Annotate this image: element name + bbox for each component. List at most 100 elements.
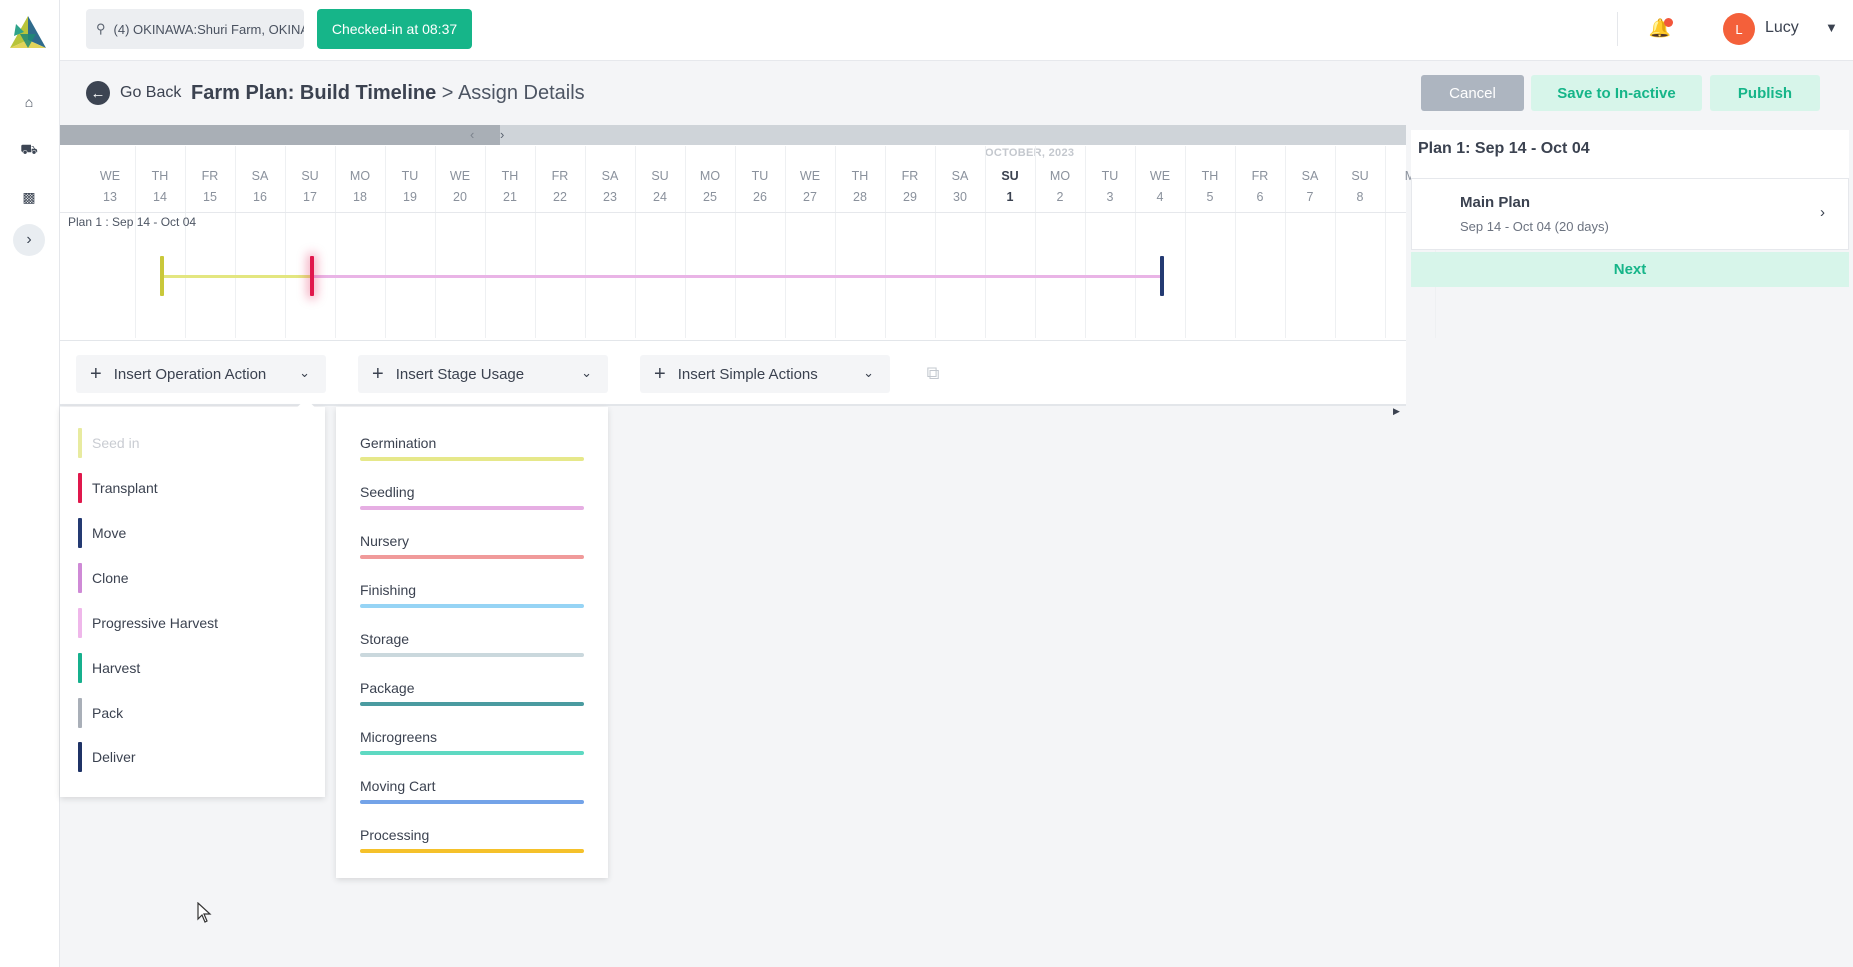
seed-segment[interactable] bbox=[161, 275, 311, 278]
checkin-button[interactable]: Checked-in at 08:37 bbox=[317, 9, 472, 49]
go-back-link[interactable]: Go Back bbox=[120, 84, 181, 102]
stage-menu-item[interactable]: Microgreens bbox=[360, 729, 584, 755]
stage-menu-label: Microgreens bbox=[360, 729, 438, 745]
stage-menu-label: Seedling bbox=[360, 484, 415, 500]
day-number: 26 bbox=[753, 190, 767, 204]
transplant-marker[interactable] bbox=[310, 256, 314, 296]
day-number: 20 bbox=[453, 190, 467, 204]
day-number: 7 bbox=[1306, 190, 1314, 204]
day-of-week: MO bbox=[699, 169, 721, 183]
insert-simple-label: Insert Simple Actions bbox=[677, 365, 818, 383]
day-of-week: TH bbox=[1201, 169, 1219, 183]
home-icon[interactable]: ⌂ bbox=[18, 91, 40, 113]
user-name[interactable]: Lucy bbox=[1765, 19, 1799, 37]
truck-icon[interactable]: ⛟ bbox=[18, 139, 40, 161]
brand-logo-icon[interactable] bbox=[6, 12, 50, 56]
day-column: WE 13 bbox=[85, 146, 136, 338]
color-indicator bbox=[78, 518, 82, 548]
stage-menu-label: Storage bbox=[360, 631, 410, 647]
day-number: 24 bbox=[653, 190, 667, 204]
stage-menu-item[interactable]: Germination bbox=[360, 435, 584, 461]
location-label: (4) OKINAWA:Shuri Farm, OKINAWA bbox=[113, 21, 304, 37]
location-selector[interactable]: ⚲ (4) OKINAWA:Shuri Farm, OKINAWA bbox=[86, 9, 304, 49]
stage-menu-item[interactable]: Nursery bbox=[360, 533, 584, 559]
header-divider bbox=[1617, 12, 1618, 46]
color-indicator bbox=[78, 563, 82, 593]
day-column: MO 25 bbox=[685, 146, 736, 338]
stage-menu-item[interactable]: Storage bbox=[360, 631, 584, 657]
next-button[interactable]: Next bbox=[1411, 252, 1849, 287]
stage-segment[interactable] bbox=[311, 275, 1163, 278]
day-number: 30 bbox=[953, 190, 967, 204]
stage-color-bar bbox=[360, 800, 584, 804]
scroll-left-icon[interactable]: ‹ bbox=[470, 127, 474, 142]
stage-color-bar bbox=[360, 555, 584, 559]
page-subtitle: Assign Details bbox=[457, 82, 585, 104]
operation-menu-label: Clone bbox=[92, 570, 129, 586]
scroll-right-arrow-icon[interactable]: ▶ bbox=[1393, 406, 1400, 417]
back-arrow-icon[interactable]: ← bbox=[86, 81, 110, 105]
day-column: SA 7 bbox=[1285, 146, 1336, 338]
day-of-week: SU bbox=[301, 169, 319, 183]
cancel-button[interactable]: Cancel bbox=[1421, 75, 1524, 111]
stage-menu-item[interactable]: Moving Cart bbox=[360, 778, 584, 804]
operation-menu-item[interactable]: Pack bbox=[78, 698, 123, 728]
expand-sidebar-button[interactable]: › bbox=[13, 224, 45, 256]
day-of-week: SA bbox=[1301, 169, 1319, 183]
day-column: TU 26 bbox=[735, 146, 786, 338]
operation-menu-item[interactable]: Deliver bbox=[78, 742, 136, 772]
save-inactive-button[interactable]: Save to In-active bbox=[1531, 75, 1702, 111]
insert-operation-label: Insert Operation Action bbox=[113, 365, 267, 383]
publish-button[interactable]: Publish bbox=[1710, 75, 1820, 111]
stage-color-bar bbox=[360, 653, 584, 657]
day-column: TH 5 bbox=[1185, 146, 1236, 338]
day-number: 4 bbox=[1156, 190, 1164, 204]
caret-down-icon[interactable]: ▼ bbox=[1825, 20, 1838, 35]
chevron-right-icon[interactable]: › bbox=[1820, 204, 1825, 221]
insert-simple-dropdown[interactable]: + Insert Simple Actions ⌄ bbox=[640, 355, 890, 393]
plus-icon: + bbox=[90, 362, 102, 385]
operation-menu-label: Harvest bbox=[92, 660, 141, 676]
operation-menu-label: Transplant bbox=[92, 480, 158, 496]
map-pin-icon: ⚲ bbox=[96, 21, 106, 36]
copy-icon[interactable]: ⧉ bbox=[922, 362, 944, 384]
day-number: 19 bbox=[403, 190, 417, 204]
insert-operation-dropdown[interactable]: + Insert Operation Action ⌄ bbox=[76, 355, 326, 393]
timeline-scrollbar-thumb[interactable] bbox=[60, 125, 500, 145]
deliver-marker[interactable] bbox=[1160, 256, 1164, 296]
stage-menu-label: Processing bbox=[360, 827, 430, 843]
seed-in-marker[interactable] bbox=[160, 256, 164, 296]
day-number: 22 bbox=[553, 190, 567, 204]
insert-stage-dropdown[interactable]: + Insert Stage Usage ⌄ bbox=[358, 355, 608, 393]
day-of-week: MO bbox=[1049, 169, 1071, 183]
operation-menu-item[interactable]: Clone bbox=[78, 563, 129, 593]
scroll-right-icon[interactable]: › bbox=[500, 127, 504, 142]
day-of-week: WE bbox=[99, 169, 121, 183]
stage-menu-item[interactable]: Seedling bbox=[360, 484, 584, 510]
operation-menu-item[interactable]: Move bbox=[78, 518, 126, 548]
day-of-week: WE bbox=[449, 169, 471, 183]
day-of-week: WE bbox=[1149, 169, 1171, 183]
operation-menu-item[interactable]: Progressive Harvest bbox=[78, 608, 218, 638]
day-column: WE 4 bbox=[1135, 146, 1186, 338]
main-plan-card[interactable] bbox=[1411, 178, 1849, 250]
stage-menu-item[interactable]: Processing bbox=[360, 827, 584, 853]
clipboard-icon[interactable]: ▩ bbox=[18, 186, 40, 208]
day-of-week: FR bbox=[551, 169, 569, 183]
operation-menu-item[interactable]: Harvest bbox=[78, 653, 140, 683]
user-avatar[interactable]: L bbox=[1723, 13, 1755, 45]
stage-menu-item[interactable]: Finishing bbox=[360, 582, 584, 608]
page-title-main: Farm Plan: Build Timeline bbox=[191, 82, 437, 104]
day-number: 2 bbox=[1056, 190, 1064, 204]
day-column: SU 24 bbox=[635, 146, 686, 338]
day-number: 1 bbox=[1006, 190, 1014, 204]
day-column: MO 18 bbox=[335, 146, 386, 338]
stage-menu-label: Nursery bbox=[360, 533, 410, 549]
operation-menu-label: Progressive Harvest bbox=[92, 615, 219, 631]
day-column: FR 22 bbox=[535, 146, 586, 338]
operation-menu-item[interactable]: Transplant bbox=[78, 473, 158, 503]
day-of-week: SA bbox=[601, 169, 619, 183]
day-number: 17 bbox=[303, 190, 317, 204]
day-of-week: TU bbox=[751, 169, 769, 183]
stage-menu-item[interactable]: Package bbox=[360, 680, 584, 706]
